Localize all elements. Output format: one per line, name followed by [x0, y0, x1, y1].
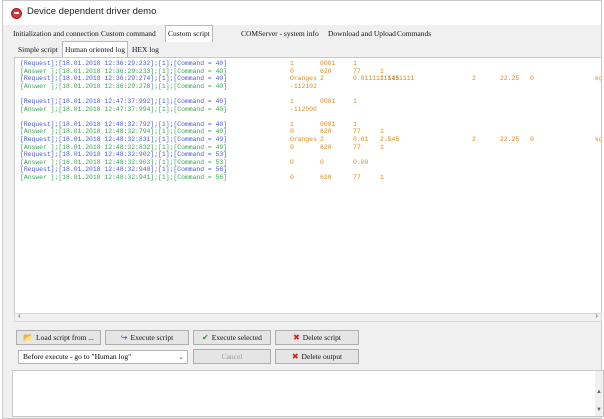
log-prefix: [Answer ];[18.01.2018 12:36:29:233];[1];… — [20, 67, 228, 75]
log-value: 0 — [290, 67, 294, 75]
log-value: 77 — [353, 67, 361, 75]
tab-hex-log[interactable]: HEX log — [130, 43, 161, 56]
log-value: 0 — [290, 128, 294, 136]
log-value: kg — [595, 135, 602, 143]
log-value: 22.25 — [500, 135, 520, 143]
output-area[interactable]: ▲ ▼ — [12, 370, 604, 417]
log-value: 0 — [290, 158, 294, 166]
log-value: 0 — [290, 143, 294, 151]
log-prefix: [Request];[18.01.2018 12:48:32:792];[1];… — [20, 120, 228, 128]
log-value: 620 — [320, 128, 332, 136]
execute-script-icon: ↪ — [120, 333, 128, 342]
log-value: 620 — [320, 67, 332, 75]
log-prefix: [Request];[18.01.2018 12:48:32:831];[1];… — [20, 135, 228, 143]
scroll-left-icon[interactable]: ‹ — [18, 311, 21, 320]
log-value: 77 — [353, 143, 361, 151]
log-value: -112000 — [290, 105, 317, 113]
execute-selected-button[interactable]: ✔ Execute selected — [193, 330, 271, 345]
log-value: 1 — [353, 120, 357, 128]
log-prefix: [Answer ];[18.01.2018 12:47:37:994];[1];… — [20, 105, 228, 113]
output-vertical-scrollbar[interactable]: ▲ ▼ — [595, 371, 603, 416]
log-prefix: [Request];[18.01.2018 12:48:32:902];[1];… — [20, 151, 228, 159]
log-prefix: [Answer ];[18.01.2018 12:36:29:278];[1];… — [20, 82, 228, 90]
delete-script-button[interactable]: ✖ Delete script — [275, 330, 359, 345]
log-prefix: [Request];[18.01.2018 12:36:29:274];[1];… — [20, 75, 228, 83]
log-value: 77 — [353, 128, 361, 136]
log-value: 2 — [320, 75, 324, 83]
scroll-right-icon[interactable]: › — [595, 311, 598, 320]
log-prefix: [Answer ];[18.01.2018 12:48:32:941];[1];… — [20, 173, 228, 181]
log-value: 0001 — [320, 120, 336, 128]
log-prefix: [Answer ];[18.01.2018 12:48:32:794];[1];… — [20, 128, 228, 136]
log-value: -112102 — [290, 82, 317, 90]
log-prefix: [Answer ];[18.01.2018 12:48:32:903];[1];… — [20, 158, 228, 166]
horizontal-scrollbar[interactable]: ‹ › — [14, 311, 602, 322]
log-value: 0001 — [320, 97, 336, 105]
log-value: 2 — [472, 75, 476, 83]
tab-human-oriented-log[interactable]: Human oriented log — [62, 41, 128, 58]
log-value: 0.01 — [353, 135, 369, 143]
delete-icon: ✖ — [291, 352, 299, 361]
log-value: 0 — [530, 75, 534, 83]
tab-custom-script[interactable]: Custom script — [165, 25, 213, 42]
log-value: 0.00 — [353, 158, 369, 166]
log-value: 1 — [290, 120, 294, 128]
log-value: 77 — [353, 173, 361, 181]
folder-icon: 📂 — [23, 333, 34, 342]
tab-initialization[interactable]: Initialization and connection — [11, 27, 101, 40]
log-prefix: [Request];[18.01.2018 12:36:29:232];[1];… — [20, 60, 228, 67]
log-value: 0001 — [320, 60, 336, 67]
tab-commands[interactable]: Commands — [395, 27, 433, 40]
log-value: 2.545 — [380, 75, 400, 83]
load-script-button[interactable]: 📂 Load script from ... — [16, 330, 101, 345]
log-prefix: [Request];[18.01.2018 12:47:37:992];[1];… — [20, 97, 228, 105]
tab-simple-script[interactable]: Simple script — [16, 43, 60, 56]
log-value: 1 — [290, 97, 294, 105]
log-value: 0 — [320, 158, 324, 166]
log-value: Oranges — [290, 75, 317, 83]
tab-custom-command[interactable]: Custom command — [99, 27, 158, 40]
execute-script-button[interactable]: ↪ Execute script — [105, 330, 189, 345]
log-value: 22.25 — [500, 75, 520, 83]
scroll-up-icon[interactable]: ▲ — [596, 389, 602, 395]
log-value: 1 — [380, 67, 384, 75]
window-title: Device dependent driver demo — [27, 6, 157, 17]
scroll-down-icon[interactable]: ▼ — [596, 407, 602, 413]
log-value: Oranges — [290, 135, 317, 143]
log-value: 2 — [472, 135, 476, 143]
log-value: 1 — [290, 60, 294, 67]
log-value: 2 — [320, 135, 324, 143]
log-prefix: [Request];[18.01.2018 12:48:32:940];[1];… — [20, 166, 228, 174]
log-prefix: [Answer ];[18.01.2018 12:48:32:832];[1];… — [20, 143, 228, 151]
app-window: Device dependent driver demo Initializat… — [2, 0, 604, 419]
cancel-button[interactable]: Cancel — [193, 349, 271, 364]
log-value: kg — [595, 75, 602, 83]
log-value: 2.545 — [380, 135, 400, 143]
log-value: 1 — [353, 60, 357, 67]
delete-output-button[interactable]: ✖ Delete output — [275, 349, 359, 364]
log-panel[interactable]: [Request];[18.01.2018 12:36:29:232];[1];… — [14, 57, 602, 321]
log-value: 620 — [320, 143, 332, 151]
execute-selected-icon: ✔ — [202, 333, 209, 342]
title-bar: Device dependent driver demo — [3, 1, 601, 25]
log-value: 0 — [530, 135, 534, 143]
log-value: 1 — [353, 97, 357, 105]
log-value: 1 — [380, 143, 384, 151]
log-value: 620 — [320, 173, 332, 181]
tab-comserver-system-info[interactable]: COMServer - system info — [239, 27, 321, 40]
delete-icon: ✖ — [293, 333, 300, 342]
app-icon — [11, 8, 22, 19]
after-execute-select[interactable]: Before execute - go to "Human log" ⌄ — [18, 350, 188, 364]
tab-download-upload[interactable]: Download and Upload — [326, 27, 398, 40]
log-value: 1 — [380, 128, 384, 136]
chevron-down-icon: ⌄ — [178, 353, 184, 361]
log-value: 1 — [380, 173, 384, 181]
log-value: 0 — [290, 173, 294, 181]
